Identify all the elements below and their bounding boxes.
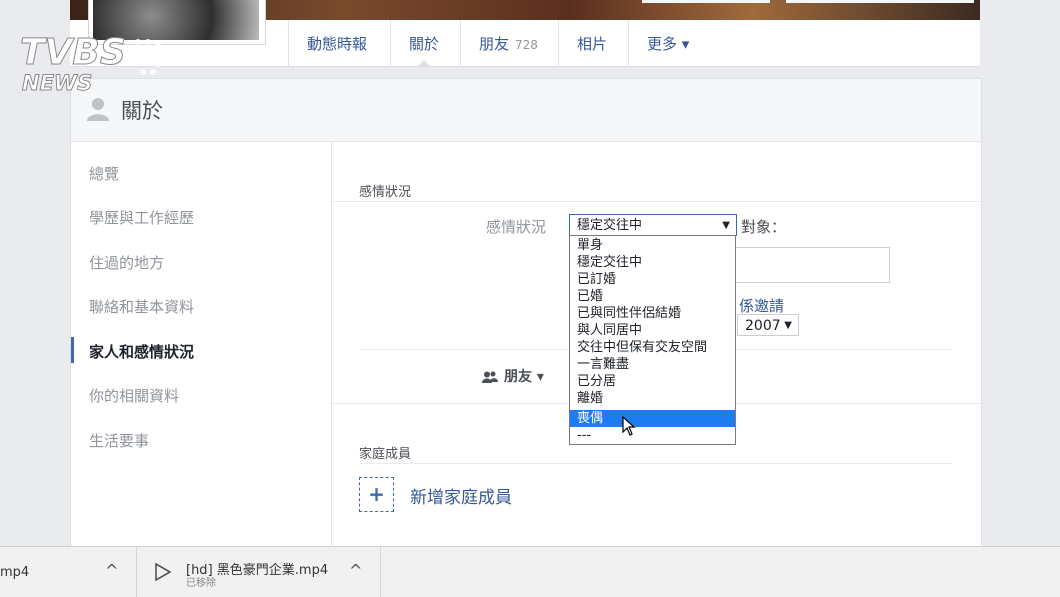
about-title: 關於 xyxy=(121,99,163,123)
friends-icon xyxy=(482,371,498,383)
cover-button[interactable] xyxy=(642,0,770,3)
divider xyxy=(359,463,953,464)
option-civil-union[interactable]: 已與同性伴侶結婚 xyxy=(570,305,735,322)
download-item[interactable]: mp4 ^ xyxy=(0,547,137,597)
chevron-up-icon[interactable]: ^ xyxy=(349,561,362,580)
option-single[interactable]: 單身 xyxy=(570,237,735,254)
option-none[interactable]: --- xyxy=(570,427,735,444)
tvbs-logo-graphic: TVBS NEWS xyxy=(20,32,166,96)
download-status: 已移除 xyxy=(186,578,216,589)
chevron-up-icon[interactable]: ^ xyxy=(105,561,118,580)
add-family-member-label[interactable]: 新增家庭成員 xyxy=(410,483,512,508)
year-select[interactable]: 2007 ▼ xyxy=(737,314,799,336)
option-separated[interactable]: 已分居 xyxy=(570,373,735,390)
cover-button[interactable] xyxy=(786,0,974,3)
tab-about-label: 關於 xyxy=(409,35,440,53)
friends-count: 728 xyxy=(515,38,538,52)
tab-timeline[interactable]: 動態時報 xyxy=(288,20,385,66)
option-engaged[interactable]: 已訂婚 xyxy=(570,271,735,288)
option-in-relationship[interactable]: 穩定交往中 xyxy=(570,254,735,271)
sidebar-item-overview[interactable]: 總覽 xyxy=(89,163,119,184)
tab-photos-label: 相片 xyxy=(577,35,608,53)
sidebar-item-contact[interactable]: 聯絡和基本資料 xyxy=(89,296,194,317)
tab-timeline-label: 動態時報 xyxy=(307,35,368,53)
tvbs-news-logo: TVBS NEWS xyxy=(20,30,170,96)
tab-about[interactable]: 關於 xyxy=(390,20,457,67)
option-open-relationship[interactable]: 交往中但保有交友空間 xyxy=(570,339,735,356)
sidebar-item-life-events[interactable]: 生活要事 xyxy=(89,430,149,451)
sidebar-item-places[interactable]: 住過的地方 xyxy=(89,252,164,273)
video-file-icon xyxy=(154,562,172,585)
about-panel: 關於 總覽 學歷與工作經歷 住過的地方 聯絡和基本資料 家人和感情狀況 你的相關… xyxy=(70,78,982,560)
tab-friends-label: 朋友 xyxy=(479,35,510,53)
caret-down-icon: ▼ xyxy=(784,320,792,331)
year-value: 2007 xyxy=(745,318,781,334)
plus-icon[interactable]: + xyxy=(359,477,394,512)
divider xyxy=(332,201,981,202)
relationship-section-title: 感情狀況 xyxy=(359,185,412,200)
tab-photos[interactable]: 相片 xyxy=(558,20,625,66)
about-sidebar: 總覽 學歷與工作經歷 住過的地方 聯絡和基本資料 家人和感情狀況 你的相關資料 … xyxy=(71,141,332,559)
download-filename: mp4 xyxy=(0,565,30,580)
option-divorced[interactable]: 離婚 xyxy=(570,390,735,407)
active-indicator xyxy=(71,337,74,363)
tab-friends[interactable]: 朋友 728 xyxy=(460,20,556,66)
about-header: 關於 xyxy=(71,79,981,142)
privacy-selector[interactable]: 朋友 ▾ xyxy=(482,366,544,386)
download-item[interactable]: [hd] 黑色豪門企業.mp4 已移除 ^ xyxy=(136,547,381,597)
svg-text:NEWS: NEWS xyxy=(22,71,92,95)
svg-text:TVBS: TVBS xyxy=(20,32,126,73)
family-section-title: 家庭成員 xyxy=(359,447,412,462)
tab-more[interactable]: 更多 ▾ xyxy=(628,20,707,66)
relationship-field-label: 感情狀況 xyxy=(486,218,547,236)
tab-more-label: 更多 ▾ xyxy=(647,35,690,53)
option-domestic-partnership[interactable]: 與人同居中 xyxy=(570,322,735,339)
relationship-selected-value: 穩定交往中 xyxy=(577,218,643,233)
option-married[interactable]: 已婚 xyxy=(570,288,735,305)
relationship-dropdown-list[interactable]: 單身 穩定交往中 已訂婚 已婚 已與同性伴侶結婚 與人同居中 交往中但保有交友空… xyxy=(569,235,736,445)
person-icon xyxy=(87,97,109,125)
sidebar-item-family-relationships[interactable]: 家人和感情狀況 xyxy=(89,341,194,362)
relationship-select[interactable]: 穩定交往中 ▼ xyxy=(569,214,737,236)
caret-down-icon: ▼ xyxy=(722,220,730,231)
option-complicated[interactable]: 一言難盡 xyxy=(570,356,735,373)
invite-link[interactable]: 係邀請 xyxy=(739,295,784,316)
privacy-label: 朋友 ▾ xyxy=(504,369,544,385)
sidebar-item-details[interactable]: 你的相關資料 xyxy=(89,385,179,406)
mouse-cursor-icon xyxy=(622,415,636,440)
download-bar: mp4 ^ [hd] 黑色豪門企業.mp4 已移除 ^ xyxy=(0,546,1060,597)
sidebar-item-work-education[interactable]: 學歷與工作經歷 xyxy=(89,207,194,228)
option-widowed[interactable]: 喪偶 xyxy=(570,410,735,427)
partner-label: 對象： xyxy=(741,218,787,236)
